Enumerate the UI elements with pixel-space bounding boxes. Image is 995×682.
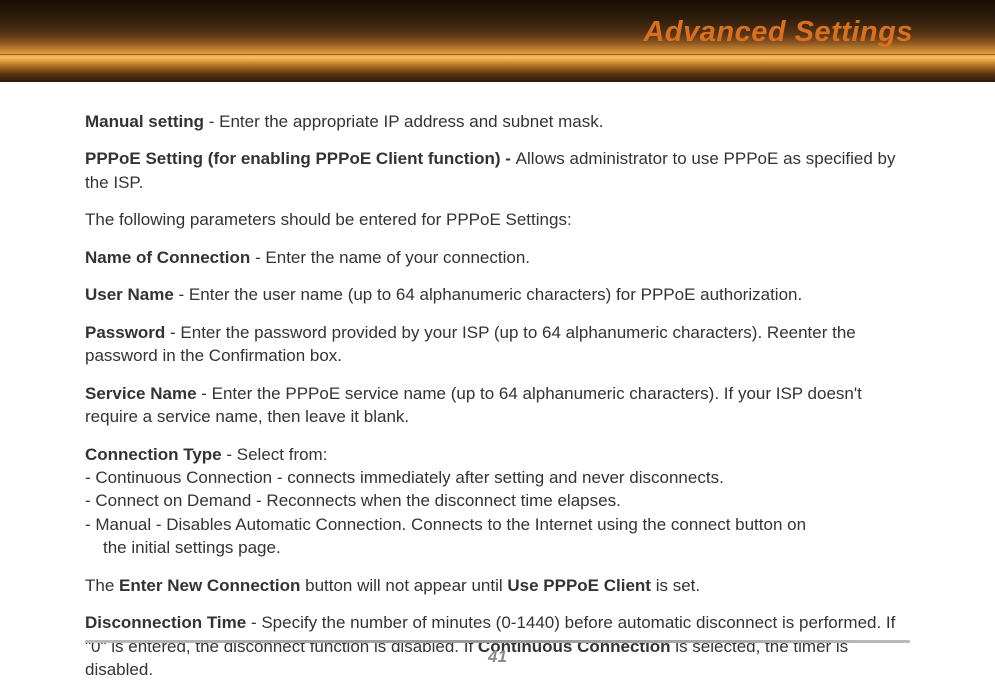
ct-option-continuous: - Continuous Connection - connects immed…	[85, 466, 910, 489]
label-user-name: User Name	[85, 285, 174, 304]
text-name-connection: - Enter the name of your connection.	[250, 248, 530, 267]
header-band: Advanced Settings	[0, 0, 995, 82]
label-password: Password	[85, 323, 165, 342]
para-manual-setting: Manual setting - Enter the appropriate I…	[85, 110, 910, 133]
label-name-connection: Name of Connection	[85, 248, 250, 267]
label-use-pppoe: Use PPPoE Client	[507, 576, 651, 595]
text-user-name: - Enter the user name (up to 64 alphanum…	[174, 285, 802, 304]
text-p9-e: is set.	[651, 576, 700, 595]
para-service-name: Service Name - Enter the PPPoE service n…	[85, 382, 910, 429]
page-title: Advanced Settings	[643, 16, 913, 49]
text-connection-type: - Select from:	[222, 445, 328, 464]
label-manual-setting: Manual setting	[85, 112, 204, 131]
text-p9-m: button will not appear until	[300, 576, 507, 595]
para-pppoe-setting: PPPoE Setting (for enabling PPPoE Client…	[85, 147, 910, 194]
header-divider	[0, 54, 995, 55]
page-number: 41	[0, 647, 995, 667]
text-service-name: - Enter the PPPoE service name (up to 64…	[85, 384, 862, 426]
para-password: Password - Enter the password provided b…	[85, 321, 910, 368]
text-manual-setting: - Enter the appropriate IP address and s…	[204, 112, 603, 131]
ct-option-manual-b: the initial settings page.	[85, 536, 910, 559]
label-pppoe-setting: PPPoE Setting (for enabling PPPoE Client…	[85, 149, 516, 168]
ct-option-demand: - Connect on Demand - Reconnects when th…	[85, 489, 910, 512]
label-disconnection-time: Disconnection Time	[85, 613, 246, 632]
content-body: Manual setting - Enter the appropriate I…	[0, 82, 995, 682]
para-name-connection: Name of Connection - Enter the name of y…	[85, 246, 910, 269]
para-enter-new-conn: The Enter New Connection button will not…	[85, 574, 910, 597]
text-p9-a: The	[85, 576, 119, 595]
text-password: - Enter the password provided by your IS…	[85, 323, 856, 365]
label-service-name: Service Name	[85, 384, 197, 403]
para-user-name: User Name - Enter the user name (up to 6…	[85, 283, 910, 306]
ct-option-manual-a: - Manual - Disables Automatic Connection…	[85, 513, 910, 536]
label-connection-type: Connection Type	[85, 445, 222, 464]
footer-divider	[85, 640, 910, 643]
para-connection-type: Connection Type - Select from: - Continu…	[85, 443, 910, 560]
label-enter-new-conn: Enter New Connection	[119, 576, 300, 595]
para-intro: The following parameters should be enter…	[85, 208, 910, 231]
